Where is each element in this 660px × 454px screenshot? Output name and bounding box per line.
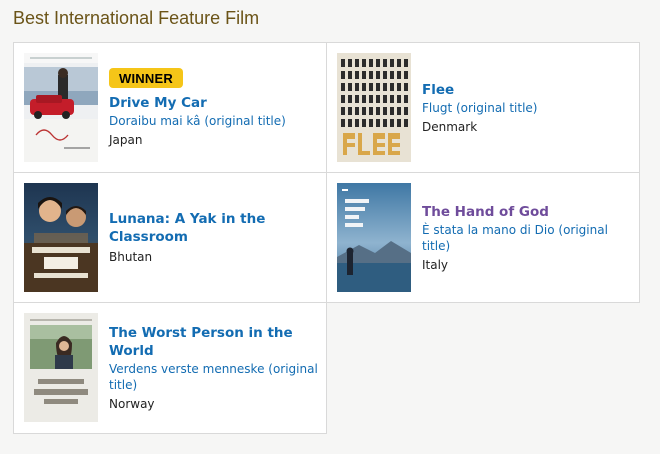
nominee-info: Flee Flugt (original title) Denmark [422,43,631,172]
nominee-original-title: Flugt (original title) [422,100,538,115]
nominee-card-the-worst-person-in-the-world: The Worst Person in the World Verdens ve… [13,302,327,434]
nominee-original-title: È stata la mano di Dio (original title) [422,222,608,253]
nominee-title-link[interactable]: The Hand of God [422,203,631,221]
nominee-original-title: Verdens verste menneske (original title) [109,362,318,392]
nominee-original-title: Doraibu mai kâ (original title) [109,113,286,128]
poster-flee-image [337,53,411,162]
nominee-country: Denmark [422,119,478,134]
nominee-card-flee: Flee Flugt (original title) Denmark [326,42,640,173]
nominee-country: Italy [422,257,449,272]
nominee-card-lunana: Lunana: A Yak in the Classroom Bhutan [13,172,327,303]
nominee-title-link[interactable]: Flee [422,81,631,99]
nominee-card-drive-my-car: WINNER Drive My Car Doraibu mai kâ (orig… [13,42,327,173]
poster-the-hand-of-god-image [337,183,411,292]
poster-drive-my-car-image [24,53,98,162]
poster-drive-my-car[interactable] [24,53,98,162]
poster-lunana-image [24,183,98,292]
nominee-country: Japan [109,132,143,147]
nominee-country: Bhutan [109,250,153,264]
nominee-info: WINNER Drive My Car Doraibu mai kâ (orig… [109,43,318,172]
nominees-grid: WINNER Drive My Car Doraibu mai kâ (orig… [13,42,640,434]
nominee-title-link[interactable]: Lunana: A Yak in the Classroom [109,210,318,246]
poster-the-hand-of-god[interactable] [337,183,411,292]
winner-badge: WINNER [109,67,183,88]
nominee-info: The Hand of God È stata la mano di Dio (… [422,173,631,302]
nominee-country: Norway [109,397,155,411]
poster-the-worst-person-image [24,313,98,422]
nominee-card-the-hand-of-god: The Hand of God È stata la mano di Dio (… [326,172,640,303]
poster-lunana[interactable] [24,183,98,292]
section-title: Best International Feature Film [13,8,260,28]
poster-the-worst-person-in-the-world[interactable] [24,313,98,422]
nominee-title-link[interactable]: The Worst Person in the World [109,324,318,360]
nominee-info: The Worst Person in the World Verdens ve… [109,303,318,433]
nominee-title-link[interactable]: Drive My Car [109,94,318,112]
nominee-info: Lunana: A Yak in the Classroom Bhutan [109,173,318,302]
poster-flee[interactable] [337,53,411,162]
